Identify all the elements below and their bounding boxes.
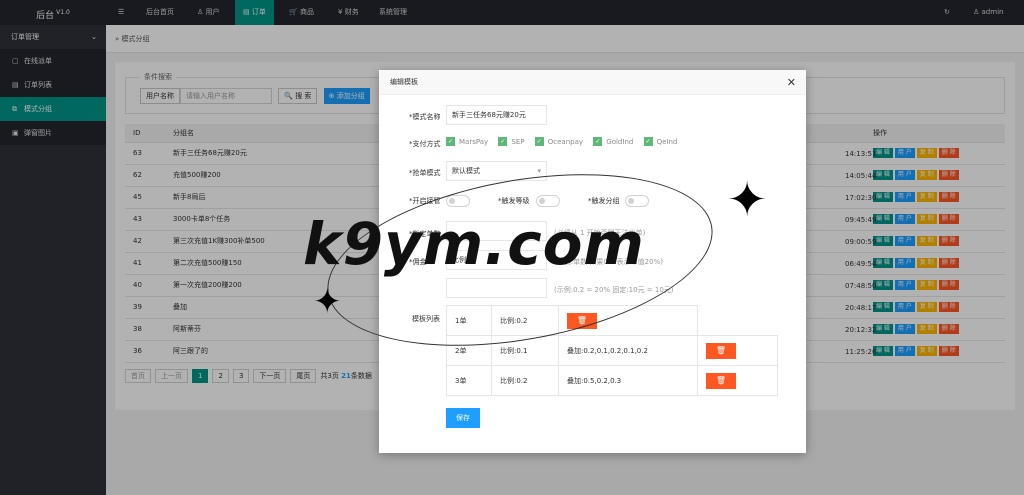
save-button[interactable]: 保存: [446, 408, 480, 428]
grab-mode-label: *抢单模式: [409, 169, 441, 177]
name-input[interactable]: 新手三任务68元赚20元: [446, 105, 547, 125]
tpl-stack: 叠加:0.5,0.2,0.3: [558, 365, 698, 396]
trash-icon: 🗑: [715, 375, 727, 385]
tpl-del-cell: 🗑: [697, 335, 778, 366]
checkbox-checked-icon[interactable]: ✓: [593, 137, 603, 146]
tpl-ratio: 比例:0.2: [491, 365, 559, 396]
checkbox-checked-icon[interactable]: ✓: [498, 137, 508, 146]
tpl-stack: 叠加:0.2,0.1,0.2,0.1,0.2: [558, 335, 698, 366]
pay-options: ✓ MarsPay ✓ SEP ✓ Oceanpay ✓ GoldInd ✓ QeInd: [446, 137, 685, 146]
trash-icon: 🗑: [715, 345, 727, 355]
tpl-del-cell: 🗑: [697, 365, 778, 396]
name-label: *模式名称: [409, 113, 441, 121]
tpl-order: 3单: [446, 365, 492, 396]
grab-mode-value: 默认模式: [452, 167, 480, 175]
pay-option: QeInd: [656, 137, 678, 146]
pay-option: Oceanpay: [547, 137, 584, 146]
delete-button[interactable]: 🗑: [706, 372, 736, 389]
watermark-text: k9ym.com: [303, 210, 645, 278]
sparkle-icon: ✦: [313, 282, 342, 322]
pay-option: GoldInd: [606, 137, 634, 146]
table-row: 3单 比例:0.2 叠加:0.5,0.2,0.3 🗑: [446, 365, 778, 396]
modal-title: 编辑模板: [390, 78, 418, 86]
pay-option: MarsPay: [459, 137, 489, 146]
checkbox-checked-icon[interactable]: ✓: [446, 137, 455, 146]
modal-title-bar: 编辑模板 ✕: [379, 70, 806, 95]
pay-option: SEP: [511, 137, 525, 146]
sparkle-icon: ✦: [727, 172, 768, 228]
delete-button[interactable]: 🗑: [706, 342, 736, 359]
checkbox-checked-icon[interactable]: ✓: [643, 137, 653, 146]
close-icon[interactable]: ✕: [787, 70, 796, 95]
checkbox-checked-icon[interactable]: ✓: [534, 137, 544, 146]
pay-label: *支付方式: [409, 140, 441, 148]
